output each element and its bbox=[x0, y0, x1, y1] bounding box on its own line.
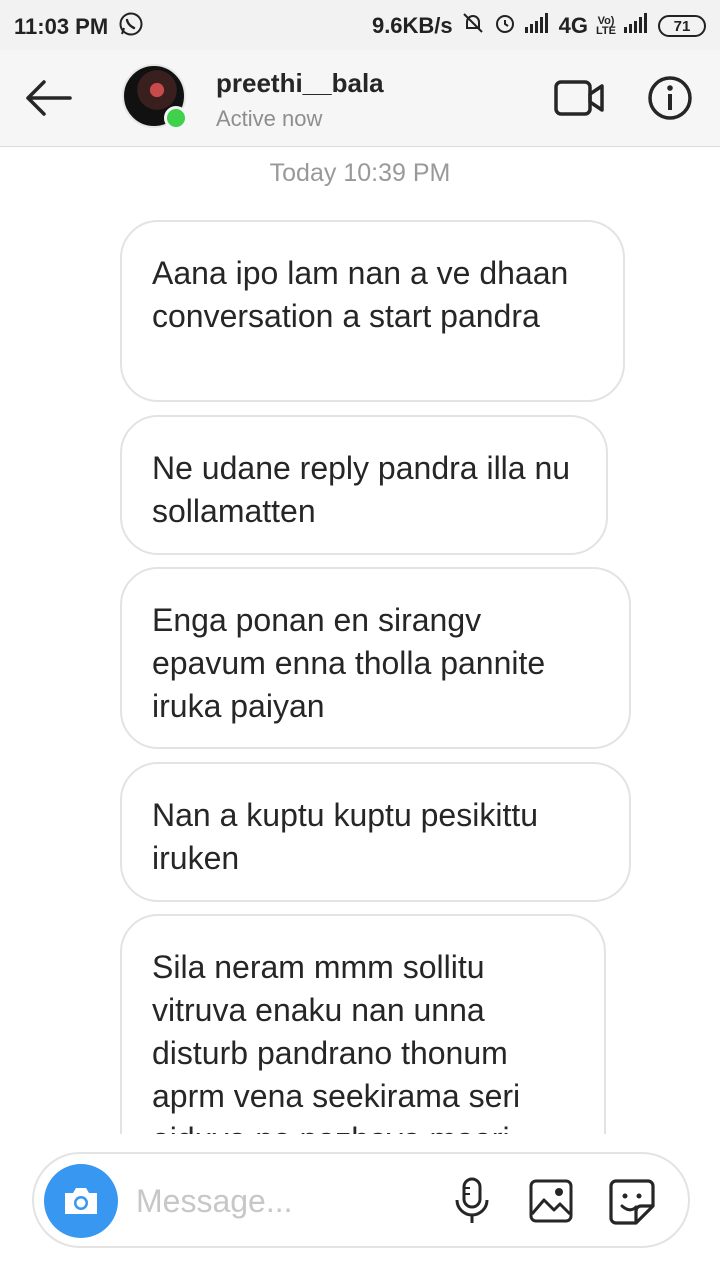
network-type: 4G bbox=[558, 13, 589, 38]
battery-indicator: 71 bbox=[658, 15, 706, 37]
active-status: Active now bbox=[216, 106, 323, 131]
status-time: 11:03 PM bbox=[14, 14, 109, 39]
video-camera-icon bbox=[554, 80, 604, 116]
muted-bell-icon bbox=[461, 11, 485, 41]
info-icon bbox=[648, 76, 692, 120]
message-text: Nan a kuptu kuptu pesikittu iruken bbox=[152, 797, 539, 876]
voice-message-button[interactable] bbox=[452, 1176, 492, 1226]
info-button[interactable] bbox=[646, 74, 694, 122]
signal-icon bbox=[624, 13, 650, 39]
signal-icon bbox=[524, 13, 551, 39]
chat-header: preethi__bala Active now bbox=[0, 50, 720, 147]
video-call-button[interactable] bbox=[552, 76, 608, 120]
back-arrow-icon bbox=[26, 80, 72, 116]
message-text: Sila neram mmm sollitu vitruva enaku nan… bbox=[152, 949, 521, 1134]
volte-indicator: Vo) LTE bbox=[596, 16, 616, 37]
username[interactable]: preethi__bala bbox=[216, 68, 384, 99]
sticker-icon bbox=[609, 1179, 655, 1225]
back-button[interactable] bbox=[20, 74, 76, 122]
message-composer bbox=[32, 1152, 690, 1248]
alarm-icon bbox=[493, 11, 517, 41]
image-icon bbox=[529, 1179, 573, 1223]
sticker-button[interactable] bbox=[608, 1178, 656, 1226]
camera-icon bbox=[65, 1188, 97, 1214]
message-text: Enga ponan en sirangv epavum enna tholla… bbox=[152, 602, 546, 724]
message-text: Aana ipo lam nan a ve dhaan conversation… bbox=[152, 255, 569, 334]
message-bubble[interactable]: Aana ipo lam nan a ve dhaan conversation… bbox=[120, 220, 625, 402]
microphone-icon bbox=[455, 1177, 489, 1223]
message-thread[interactable]: Today 10:39 PM Aana ipo lam nan a ve dha… bbox=[0, 147, 720, 1134]
avatar[interactable] bbox=[122, 64, 190, 132]
whatsapp-icon bbox=[118, 11, 144, 43]
message-bubble[interactable]: Sila neram mmm sollitu vitruva enaku nan… bbox=[120, 914, 606, 1134]
message-text: Ne udane reply pandra illa nu sollamatte… bbox=[152, 450, 571, 529]
status-bar: 11:03 PM 9.6KB/s 4G Vo) LTE 71 bbox=[0, 0, 720, 50]
message-input[interactable] bbox=[134, 1172, 448, 1230]
network-speed: 9.6KB/s bbox=[371, 13, 453, 38]
message-bubble[interactable]: Enga ponan en sirangv epavum enna tholla… bbox=[120, 567, 631, 749]
gallery-button[interactable] bbox=[528, 1178, 574, 1224]
message-bubble[interactable]: Ne udane reply pandra illa nu sollamatte… bbox=[120, 415, 608, 555]
online-indicator bbox=[164, 106, 188, 130]
camera-button[interactable] bbox=[44, 1164, 118, 1238]
thread-timestamp: Today 10:39 PM bbox=[269, 159, 451, 187]
message-bubble[interactable]: Nan a kuptu kuptu pesikittu iruken bbox=[120, 762, 631, 902]
volte-bottom: LTE bbox=[596, 25, 616, 37]
